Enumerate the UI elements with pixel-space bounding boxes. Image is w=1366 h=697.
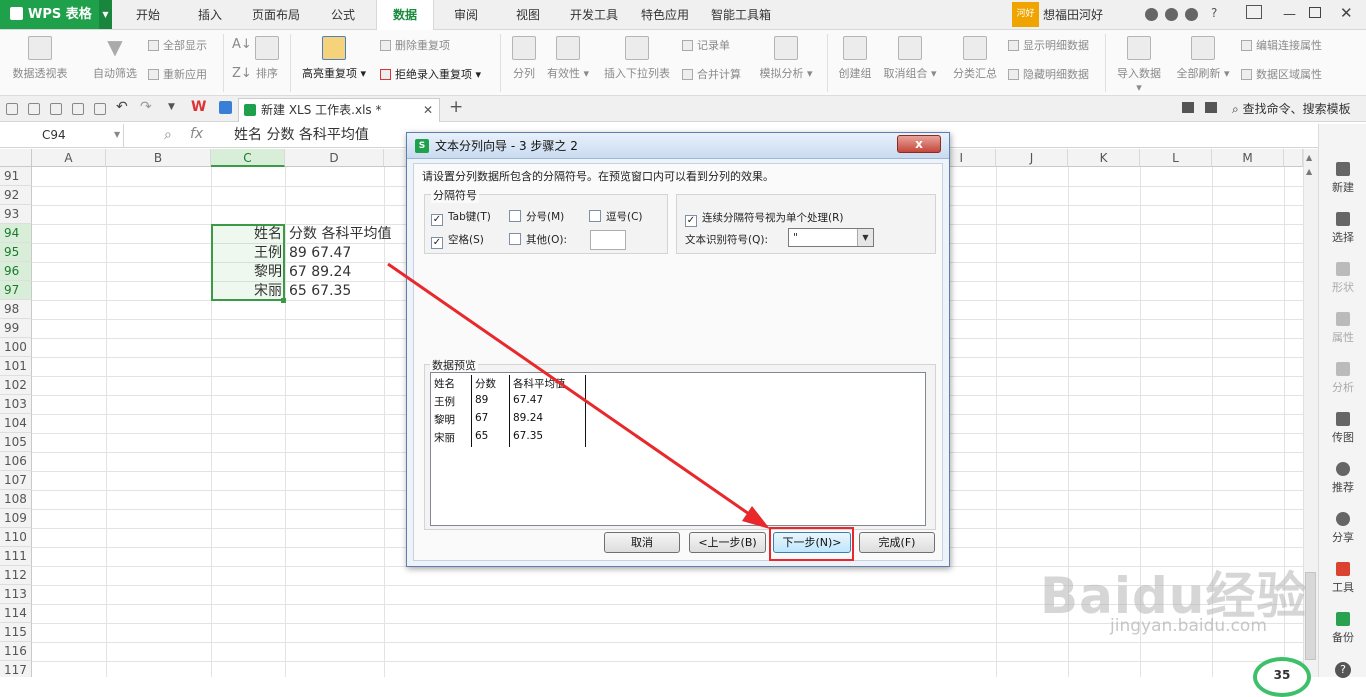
arrow-head: [742, 506, 770, 529]
watermark-url: jingyan.baidu.com: [1110, 616, 1267, 636]
arrow-shaft: [387, 262, 753, 518]
corner-badge[interactable]: 35: [1253, 657, 1311, 697]
